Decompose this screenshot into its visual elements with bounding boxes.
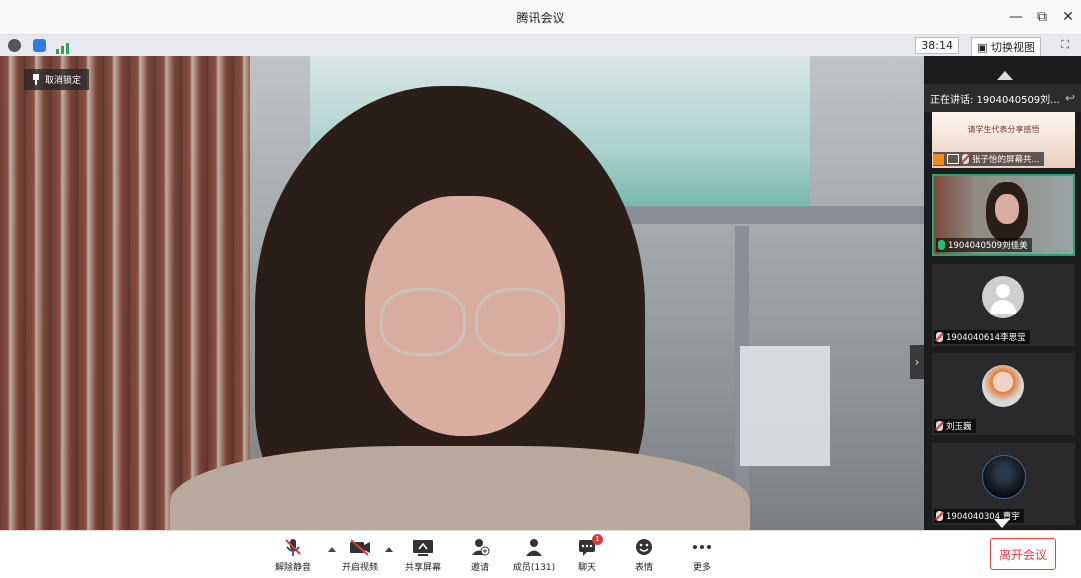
chevron-right-icon: › [914,355,920,369]
screen-share-tile[interactable]: 请学生代表分享感悟 张子怡的屏幕共... [932,112,1075,168]
mic-muted-icon [936,511,943,521]
members-label: 成员(131) [512,563,556,573]
more-dots-icon [674,537,730,557]
screen-share-icon [947,154,959,164]
participant-label: 1904040304 曹宇 [934,509,1024,523]
start-video-label: 开启视频 [341,563,378,573]
leave-meeting-button[interactable]: 离开会议 [990,538,1056,570]
mic-active-icon [938,240,945,250]
meeting-status-bar: 38:14 ▣ 切换视图 ⛶ [0,34,1081,58]
background-towel [740,346,830,466]
grid-view-icon: ▣ [977,41,991,54]
share-screen-button[interactable]: 共享屏幕 [395,537,451,573]
chat-label: 聊天 [577,563,596,573]
avatar [982,455,1026,499]
reactions-label: 表情 [634,563,653,573]
chat-icon: 1 [559,534,615,557]
share-screen-label: 共享屏幕 [404,563,441,573]
participant-tile[interactable]: 1904040304 曹宇 [932,443,1075,525]
minimize-button[interactable]: — [1003,9,1029,25]
background-curtain [0,56,250,530]
chat-unread-badge: 1 [592,534,603,545]
share-screen-icon [395,537,451,557]
scroll-up-icon[interactable] [997,71,1013,80]
glasses-right [475,288,561,356]
mic-muted-icon [962,154,969,164]
unpin-label: 取消锁定 [45,76,82,86]
screen-share-label: 张子怡的屏幕共... [933,152,1044,166]
participant-label: 1904040614李思莹 [934,330,1030,344]
add-user-icon [452,537,508,557]
scroll-down-icon[interactable] [994,519,1010,528]
avatar [982,365,1024,407]
glasses-left [380,288,466,356]
info-icon[interactable] [8,39,21,52]
chat-button[interactable]: 1 聊天 [559,534,615,573]
participant-label: 1904040509刘佳美 [936,238,1032,252]
participant-label: 刘玉巍 [934,419,976,433]
meeting-toolbar: 解除静音 开启视频 共享屏幕 邀请 成员(131) 1 聊天 表情 更多 [0,530,1081,578]
default-avatar-icon [982,276,1024,318]
window-title: 腾讯会议 [516,10,565,25]
participant-tile-active[interactable]: 1904040509刘佳美 [932,174,1075,256]
pin-icon [32,74,40,85]
switch-view-label: 切换视图 [991,41,1035,54]
participant-tile[interactable]: 刘玉巍 [932,353,1075,435]
collapse-sidebar-button[interactable]: › [910,345,924,379]
user-icon [933,153,944,165]
participant-tile[interactable]: 1904040614李思莹 [932,264,1075,346]
security-shield-icon[interactable] [33,39,46,52]
participant-name: 1904040614李思莹 [946,333,1026,343]
participant-thumb-face [986,182,1028,242]
switch-view-button[interactable]: ▣ 切换视图 [971,37,1041,57]
participant-body [170,446,750,530]
invite-button[interactable]: 邀请 [452,537,508,573]
invite-label: 邀请 [470,563,489,573]
mic-muted-icon [265,537,321,557]
participant-sidebar: 请学生代表分享感悟 张子怡的屏幕共... 正在讲话: 1904040509刘..… [924,56,1081,530]
reactions-button[interactable]: 表情 [616,537,672,573]
screen-share-owner: 张子怡的屏幕共... [972,155,1040,165]
smile-icon [616,537,672,557]
window-controls: — ⧉ ✕ [1003,0,1081,34]
unmute-button[interactable]: 解除静音 [265,537,321,573]
mic-muted-icon [936,421,943,431]
signal-icon[interactable] [56,39,70,54]
fullscreen-icon[interactable]: ⛶ [1061,38,1069,52]
speaking-indicator: 正在讲话: 1904040509刘... ↩ [924,84,1081,112]
mic-muted-icon [936,332,943,342]
unpin-video-button[interactable]: 取消锁定 [24,69,90,90]
meeting-timer: 38:14 [915,37,959,54]
speaking-text: 正在讲话: 1904040509刘... [930,94,1060,106]
restore-button[interactable]: ⧉ [1029,9,1055,25]
screen-share-thumb-title: 请学生代表分享感悟 [967,125,1040,134]
video-options-icon[interactable] [385,547,393,552]
participant-name: 1904040509刘佳美 [948,241,1028,251]
main-video[interactable]: 取消锁定 › [0,56,924,530]
camera-off-icon [332,537,388,557]
start-video-button[interactable]: 开启视频 [332,537,388,573]
close-button[interactable]: ✕ [1055,9,1081,25]
more-button[interactable]: 更多 [674,537,730,573]
users-icon [506,537,562,557]
return-arrow-icon[interactable]: ↩ [1065,91,1075,105]
unmute-label: 解除静音 [274,563,311,573]
title-bar: 腾讯会议 — ⧉ ✕ [0,0,1081,34]
participant-name: 刘玉巍 [946,422,972,432]
more-label: 更多 [692,563,711,573]
members-button[interactable]: 成员(131) [506,537,562,573]
